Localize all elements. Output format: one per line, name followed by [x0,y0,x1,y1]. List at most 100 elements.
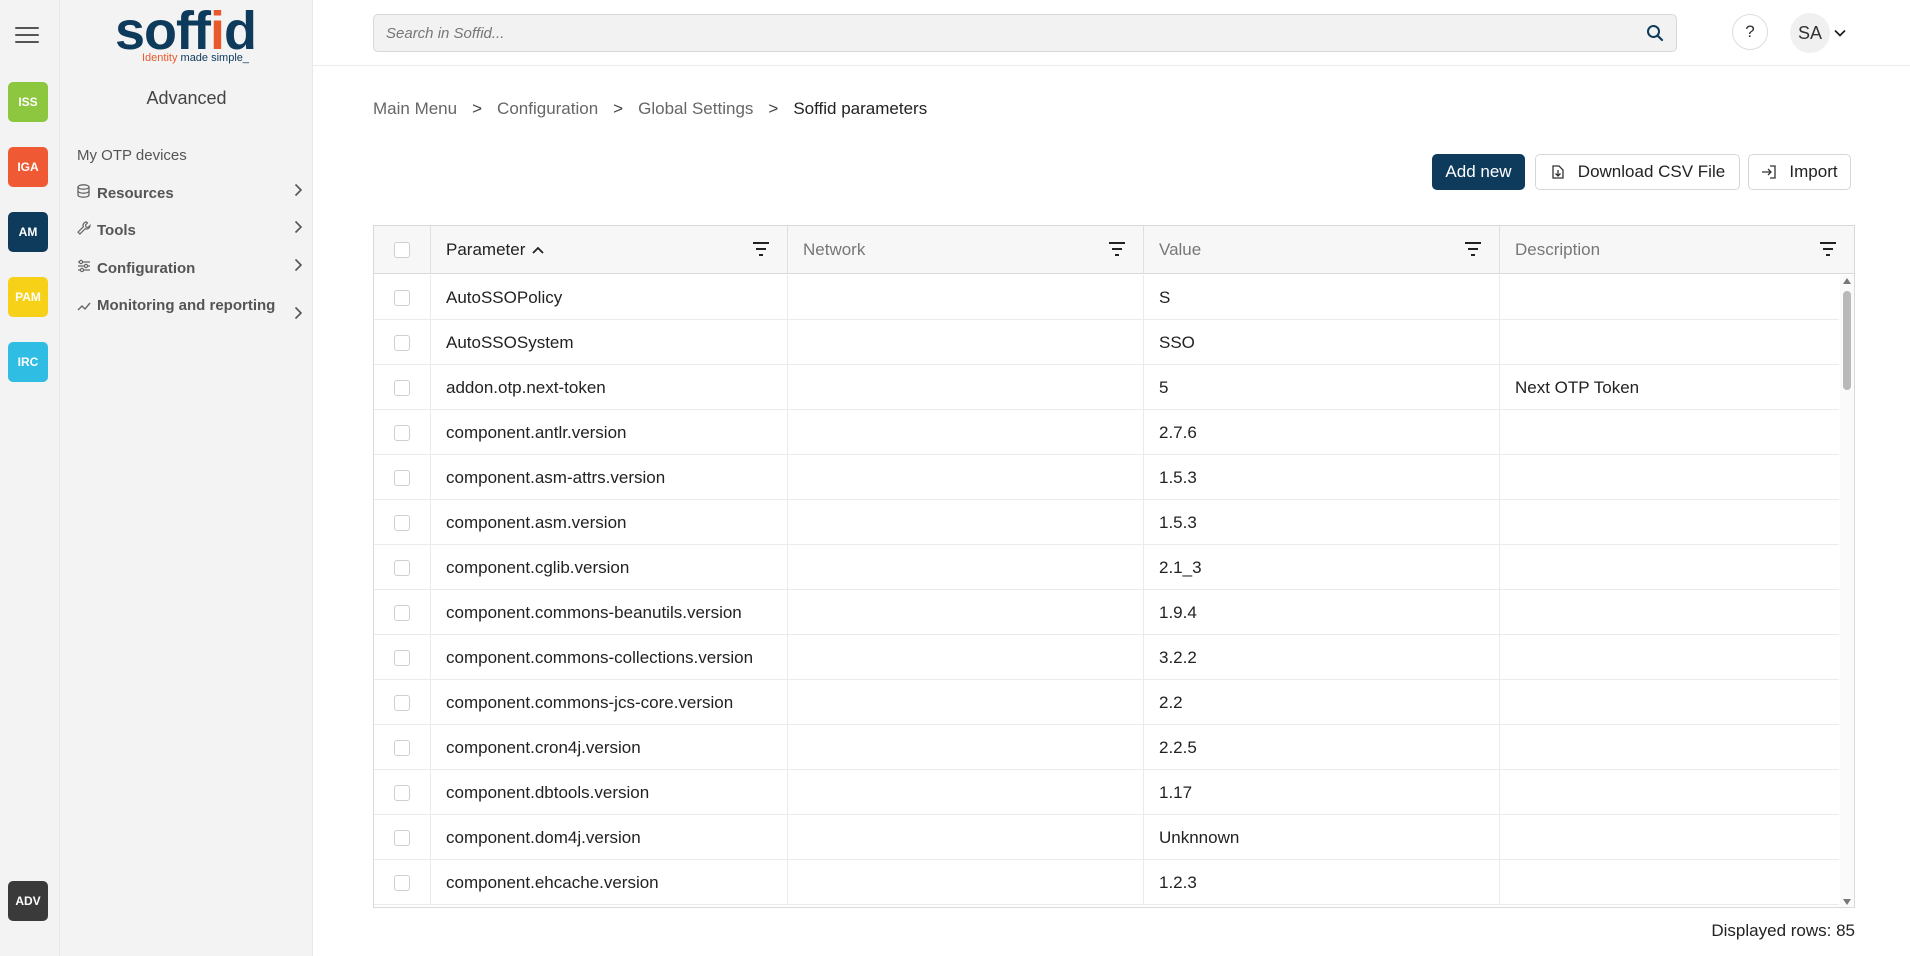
app-tile-irc[interactable]: IRC [8,342,48,382]
row-checkbox[interactable] [394,694,410,711]
displayed-rows-count: Displayed rows: 85 [1711,921,1855,940]
cell-description [1500,275,1839,320]
table-row[interactable]: component.antlr.version 2.7.6 [374,410,1839,455]
app-tile-am[interactable]: AM [8,212,48,252]
table-row[interactable]: component.commons-collections.version 3.2… [374,635,1839,680]
cell-parameter: component.ehcache.version [431,860,788,905]
row-checkbox[interactable] [394,469,410,486]
cell-parameter: component.commons-beanutils.version [431,590,788,635]
breadcrumb-main-menu[interactable]: Main Menu [373,99,457,119]
search-icon[interactable] [1646,24,1664,42]
cell-description: Next OTP Token [1515,377,1640,397]
sidebar-item-monitoring-and-reporting[interactable]: Monitoring and reporting [77,295,303,325]
table-row[interactable]: AutoSSOPolicy S [374,275,1839,320]
filter-icon[interactable] [1463,241,1483,257]
row-checkbox[interactable] [394,829,410,846]
row-select-cell [374,815,431,860]
help-button[interactable]: ? [1732,14,1768,50]
table-row[interactable]: component.dbtools.version 1.17 [374,770,1839,815]
table-row[interactable]: component.ehcache.version 1.2.3 [374,860,1839,905]
row-select-cell [374,275,431,320]
row-select-cell [374,500,431,545]
hamburger-menu-icon[interactable] [15,27,39,47]
chevron-right-icon [289,220,303,239]
column-header-description[interactable]: Description [1500,226,1854,274]
filter-icon[interactable] [1818,241,1838,257]
cell-description [1500,635,1839,680]
row-checkbox[interactable] [394,784,410,801]
breadcrumb-configuration[interactable]: Configuration [497,99,598,119]
breadcrumb-separator: > [768,99,779,118]
table-row[interactable]: addon.otp.next-token 5 Next OTP Token [374,365,1839,410]
download-csv-button[interactable]: Download CSV File [1535,154,1740,190]
vertical-scrollbar[interactable] [1840,275,1854,907]
parameters-table: Parameter Network Value Description Auto… [373,225,1855,908]
column-header-value[interactable]: Value [1144,226,1500,274]
column-header-parameter[interactable]: Parameter [431,226,788,274]
table-row[interactable]: component.cron4j.version 2.2.5 [374,725,1839,770]
row-checkbox[interactable] [394,379,410,396]
cell-value: 2.1_3 [1144,545,1500,590]
cell-description [1500,545,1839,590]
table-row[interactable]: AutoSSOSystem SSO [374,320,1839,365]
row-checkbox[interactable] [394,514,410,531]
row-select-cell [374,680,431,725]
sidebar-item-tools[interactable]: Tools [77,220,303,242]
app-tile-adv[interactable]: ADV [8,881,48,921]
table-row[interactable]: component.asm-attrs.version 1.5.3 [374,455,1839,500]
table-row[interactable]: component.asm.version 1.5.3 [374,500,1839,545]
row-select-cell [374,860,431,905]
import-button[interactable]: Import [1748,154,1851,190]
filter-icon[interactable] [1107,241,1127,257]
row-checkbox[interactable] [394,874,410,891]
app-tile-iga[interactable]: IGA [8,147,48,187]
scrollbar-thumb[interactable] [1843,291,1851,390]
table-row[interactable]: component.cglib.version 2.1_3 [374,545,1839,590]
scroll-down-icon[interactable] [1843,899,1851,905]
cell-value: 1.5.3 [1144,500,1500,545]
scroll-up-icon[interactable] [1843,278,1851,284]
row-checkbox[interactable] [394,289,410,306]
cell-network [788,815,1144,860]
sidebar-item-resources[interactable]: Resources [77,183,303,205]
filter-icon[interactable] [751,241,771,257]
cell-network [788,320,1144,365]
row-checkbox[interactable] [394,649,410,666]
breadcrumb-separator: > [613,99,624,118]
breadcrumb-global-settings[interactable]: Global Settings [638,99,753,119]
row-checkbox[interactable] [394,424,410,441]
cell-value: 1.9.4 [1144,590,1500,635]
cell-parameter: AutoSSOPolicy [431,275,788,320]
app-tile-iss[interactable]: ISS [8,82,48,122]
user-menu-button[interactable]: SA [1790,13,1850,53]
row-checkbox[interactable] [394,559,410,576]
cell-network [788,590,1144,635]
sort-ascending-icon[interactable] [531,243,545,257]
table-row[interactable]: component.commons-jcs-core.version 2.2 [374,680,1839,725]
select-all-cell [374,226,431,274]
chart-line-icon [77,300,93,315]
cell-description [1500,860,1839,905]
row-checkbox[interactable] [394,604,410,621]
select-all-checkbox[interactable] [394,242,410,258]
cell-network [788,275,1144,320]
row-checkbox[interactable] [394,739,410,756]
soffid-logo[interactable]: soffid Identity made simple_ [115,0,265,70]
row-select-cell [374,320,431,365]
column-header-network[interactable]: Network [788,226,1144,274]
app-tile-pam[interactable]: PAM [8,277,48,317]
table-row[interactable]: component.dom4j.version Unknnown [374,815,1839,860]
row-checkbox[interactable] [394,334,410,351]
search-input[interactable] [386,15,1626,51]
cell-network [788,635,1144,680]
table-row[interactable]: component.commons-beanutils.version 1.9.4 [374,590,1839,635]
cell-network [788,455,1144,500]
cell-value: SSO [1144,320,1500,365]
sidebar-item-configuration[interactable]: Configuration [77,258,303,280]
add-new-button[interactable]: Add new [1432,154,1525,190]
cell-value: 2.2 [1144,680,1500,725]
cell-parameter: component.commons-collections.version [431,635,788,680]
sliders-icon [77,259,93,276]
row-select-cell [374,545,431,590]
sidebar-item-my-otp-devices[interactable]: My OTP devices [77,145,303,167]
